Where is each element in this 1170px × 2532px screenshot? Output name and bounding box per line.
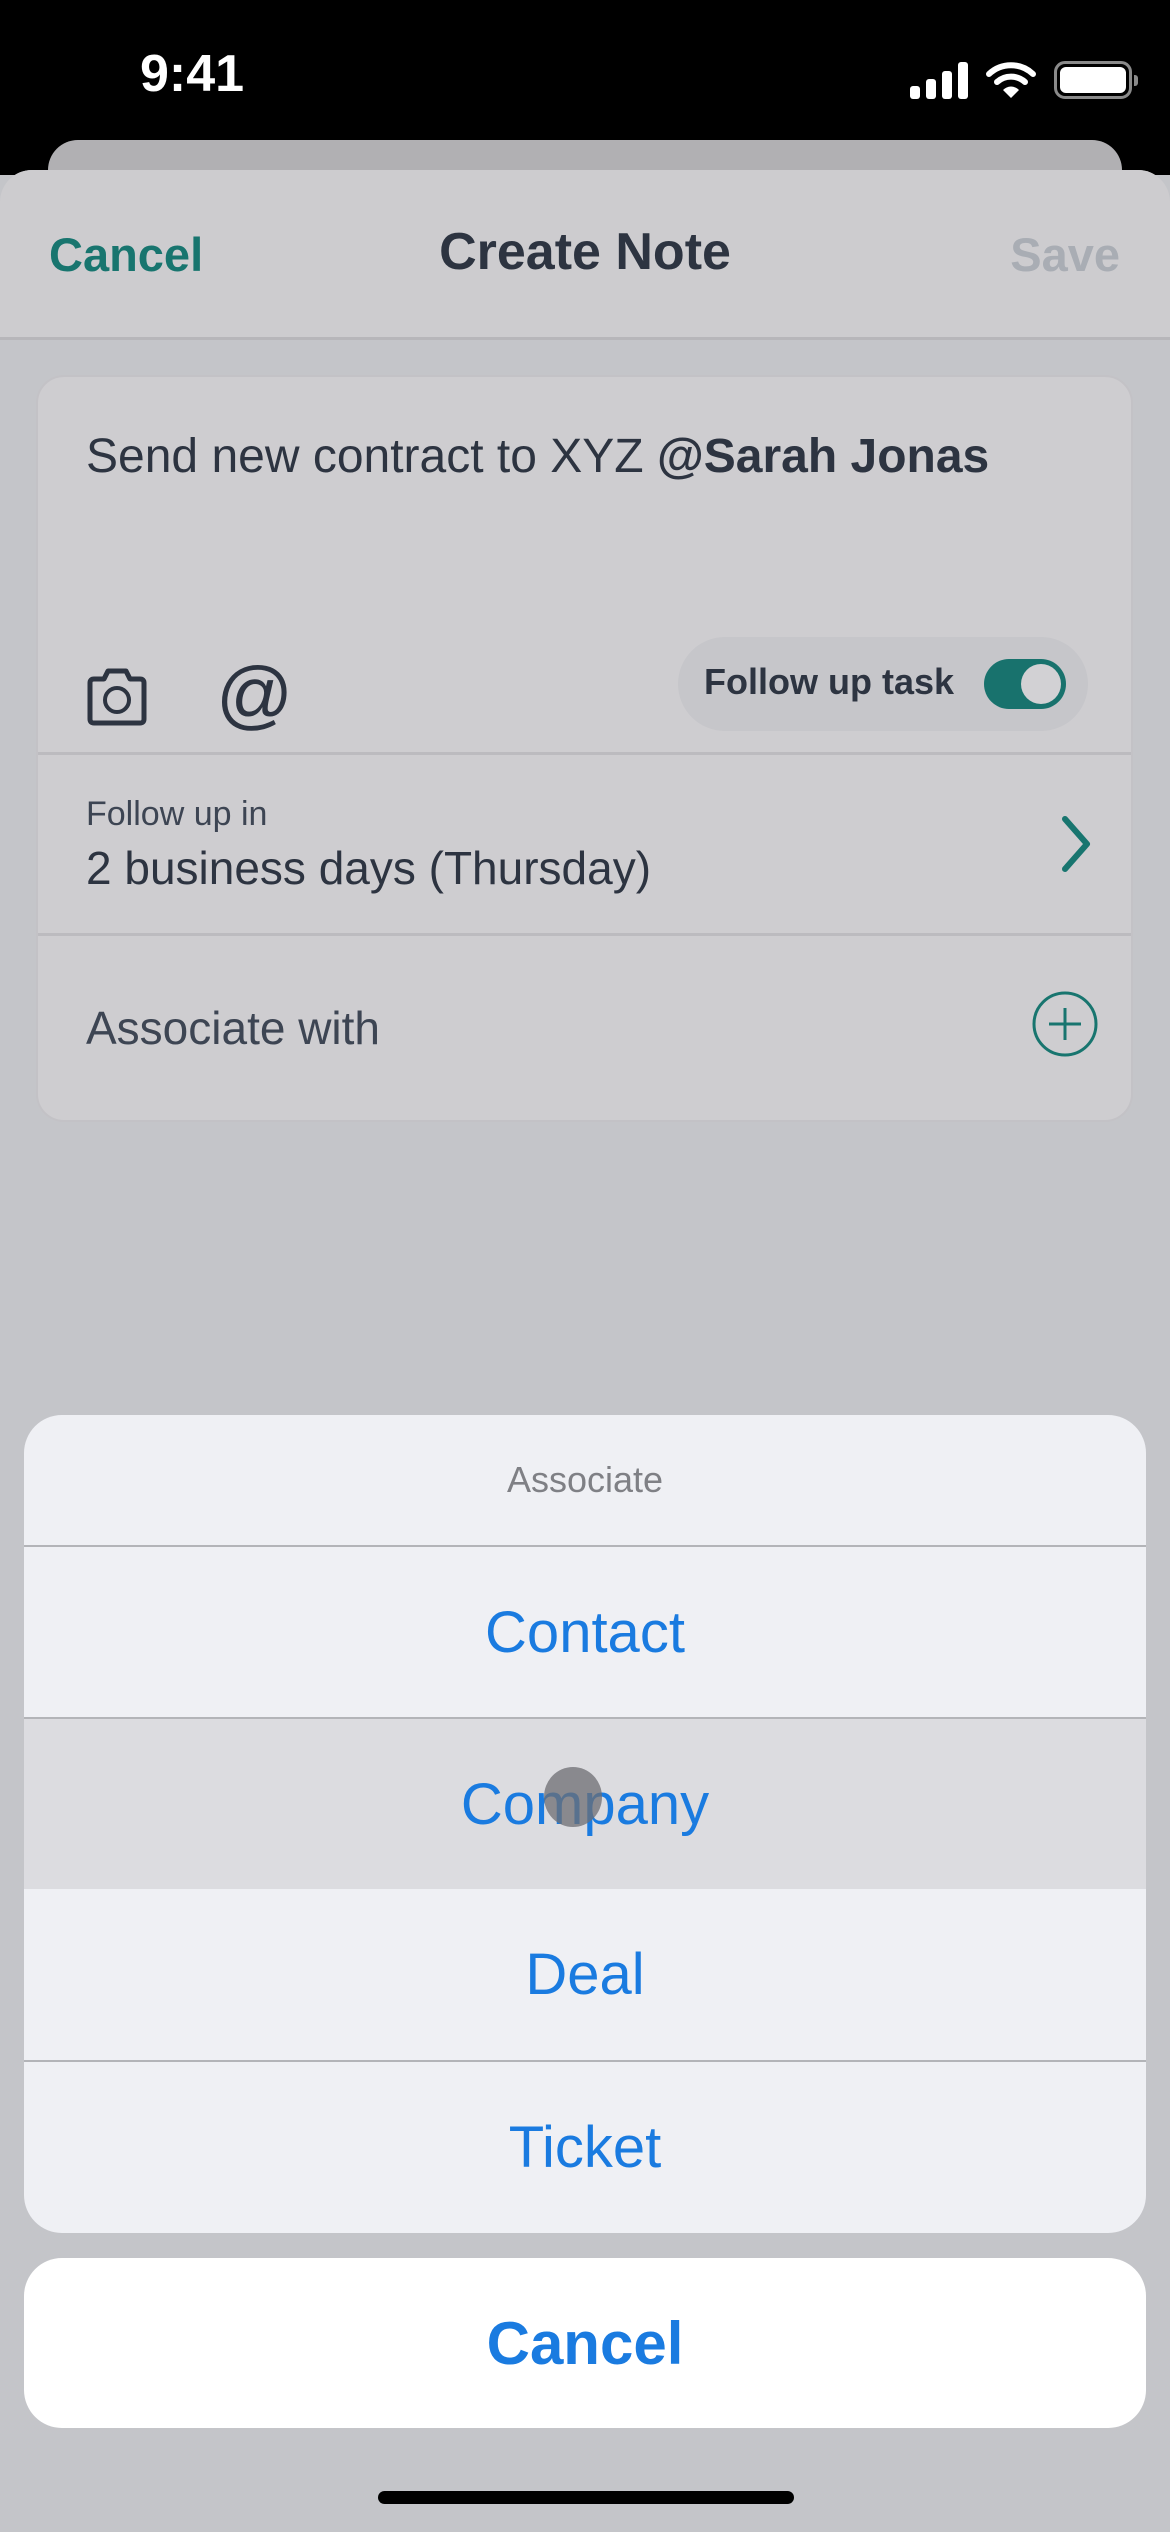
page-title: Create Note (439, 223, 731, 281)
follow-up-label: Follow up in (86, 795, 268, 833)
action-sheet-title: Associate (24, 1415, 1146, 1547)
add-circle-icon[interactable] (1031, 990, 1099, 1058)
note-card: Send new contract to XYZ @Sarah Jonas @ … (36, 375, 1133, 1122)
wifi-icon (986, 62, 1036, 98)
divider (38, 752, 1131, 755)
note-mention: @Sarah Jonas (656, 430, 990, 483)
associate-with-label: Associate with (86, 1002, 381, 1054)
save-button[interactable]: Save (1010, 227, 1120, 282)
follow-up-value: 2 business days (Thursday) (86, 842, 652, 894)
note-text-input[interactable]: Send new contract to XYZ @Sarah Jonas (86, 429, 989, 484)
action-deal[interactable]: Deal (24, 1889, 1146, 2062)
follow-up-task-toggle[interactable] (984, 659, 1066, 709)
toggle-knob (1021, 664, 1061, 704)
status-time: 9:41 (140, 45, 245, 103)
action-ticket[interactable]: Ticket (24, 2062, 1146, 2233)
status-icons (910, 58, 1138, 102)
action-sheet-cancel-button[interactable]: Cancel (24, 2258, 1146, 2428)
battery-icon (1054, 61, 1138, 99)
home-indicator[interactable] (378, 2491, 794, 2504)
cellular-signal-icon (910, 61, 968, 99)
camera-icon[interactable] (84, 665, 150, 727)
follow-up-task-toggle-container: Follow up task (678, 637, 1088, 731)
note-body: Send new contract to XYZ (86, 430, 657, 483)
divider (38, 933, 1131, 936)
follow-up-task-label: Follow up task (704, 661, 955, 702)
nav-bar: Cancel Create Note Save (0, 170, 1170, 340)
touch-indicator (544, 1767, 602, 1827)
chevron-right-icon (1062, 816, 1090, 872)
action-contact[interactable]: Contact (24, 1547, 1146, 1719)
at-mention-icon[interactable]: @ (216, 655, 293, 735)
